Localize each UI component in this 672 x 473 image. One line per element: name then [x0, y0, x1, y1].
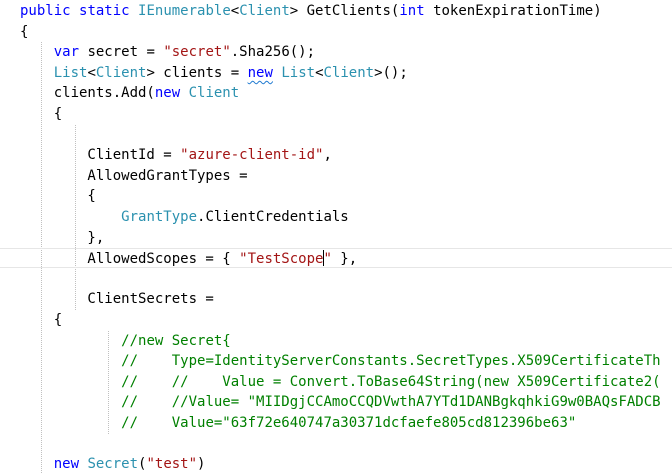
code-token: // // Value = Convert.ToBase64String(new… — [121, 373, 661, 390]
code-line[interactable] — [0, 125, 20, 145]
code-line[interactable]: AllowedGrantTypes = — [0, 166, 248, 186]
code-line[interactable]: //new Secret{ — [0, 331, 231, 351]
code-token: { — [20, 312, 63, 328]
code-editor[interactable]: public static IEnumerable<Client> GetCli… — [0, 0, 672, 473]
code-token: ) — [197, 456, 206, 473]
code-token: static — [79, 3, 130, 19]
code-token: var — [53, 44, 80, 61]
code-token: List — [53, 64, 88, 81]
code-token: Client — [188, 85, 240, 102]
code-token: < — [315, 64, 324, 81]
code-line[interactable]: AllowedScopes = { "TestScope" }, — [0, 248, 672, 269]
code-token: ClientSecrets = — [20, 291, 214, 308]
code-line[interactable]: { — [0, 186, 96, 206]
code-token: IEnumerable — [138, 3, 231, 19]
code-token: .ClientCredentials — [197, 209, 349, 225]
code-token: // Type=IdentityServerConstants.SecretTy… — [121, 353, 661, 370]
code-line[interactable] — [0, 269, 20, 289]
code-token: { — [20, 188, 96, 205]
code-token: }, — [331, 251, 358, 268]
code-line[interactable]: { — [0, 310, 62, 330]
code-token: .Sha256(); — [230, 44, 316, 61]
code-token: secret = — [79, 44, 164, 61]
code-line[interactable]: ClientId = "azure-client-id", — [0, 145, 332, 165]
code-token: List — [281, 64, 316, 81]
code-token: Client — [95, 64, 147, 81]
code-line[interactable]: public static IEnumerable<Client> GetCli… — [0, 1, 602, 21]
code-token: new — [154, 85, 181, 102]
code-token: Client — [239, 3, 290, 19]
code-token: Secret — [87, 456, 139, 473]
code-line[interactable] — [0, 434, 20, 454]
code-line[interactable]: var secret = "secret".Sha256(); — [0, 42, 315, 62]
code-token: < — [230, 3, 240, 19]
code-token: AllowedScopes = { — [20, 251, 240, 268]
code-line[interactable]: // // Value = Convert.ToBase64String(new… — [0, 372, 661, 392]
code-line[interactable]: // //Value= "MIIDgjCCAmoCCQDVwthA7YTd1DA… — [0, 392, 661, 412]
text-caret — [323, 250, 325, 267]
code-token: public — [20, 3, 71, 19]
code-line[interactable]: // Type=IdentityServerConstants.SecretTy… — [0, 351, 661, 371]
code-token: clients.Add( — [20, 85, 155, 102]
code-token: { — [20, 23, 29, 40]
code-line[interactable]: { — [0, 22, 28, 42]
code-token: Client — [323, 64, 375, 81]
code-token: // //Value= "MIIDgjCCAmoCCQDVwthA7YTd1DA… — [121, 394, 661, 411]
code-token: }, — [20, 229, 105, 246]
code-line[interactable]: ClientSecrets = — [0, 289, 214, 309]
code-line[interactable]: List<Client> clients = new List<Client>(… — [0, 63, 408, 83]
code-token: { — [20, 106, 63, 122]
code-line[interactable]: }, — [0, 228, 104, 248]
code-token: new — [247, 64, 273, 81]
code-token: "test" — [146, 456, 198, 473]
code-token: < — [87, 64, 96, 81]
code-line[interactable]: new Secret("test") — [0, 454, 206, 473]
code-token: ClientId = — [20, 147, 181, 164]
code-token: AllowedGrantTypes = — [20, 167, 248, 184]
code-line[interactable]: GrantType.ClientCredentials — [0, 207, 349, 227]
code-token: >(); — [374, 64, 408, 81]
code-token: int — [399, 3, 425, 19]
code-line[interactable]: // Value="63f72e640747a30371dcfaefe805cd… — [0, 413, 576, 433]
code-line[interactable]: { — [0, 104, 62, 124]
code-line[interactable]: clients.Add(new Client — [0, 83, 239, 103]
code-token: "secret" — [163, 44, 231, 61]
code-token: > GetClients( — [289, 3, 400, 19]
code-token: > clients = — [146, 64, 248, 81]
code-token: // Value="63f72e640747a30371dcfaefe805cd… — [121, 415, 577, 431]
code-token: "TestScope" — [239, 251, 332, 268]
code-token: , — [323, 147, 332, 164]
code-token: GrantType — [121, 209, 198, 225]
code-token: //new Secret{ — [121, 332, 231, 349]
code-token: "azure-client-id" — [180, 147, 324, 164]
code-token: new — [53, 456, 80, 473]
code-token: tokenExpirationTime) — [424, 3, 602, 19]
